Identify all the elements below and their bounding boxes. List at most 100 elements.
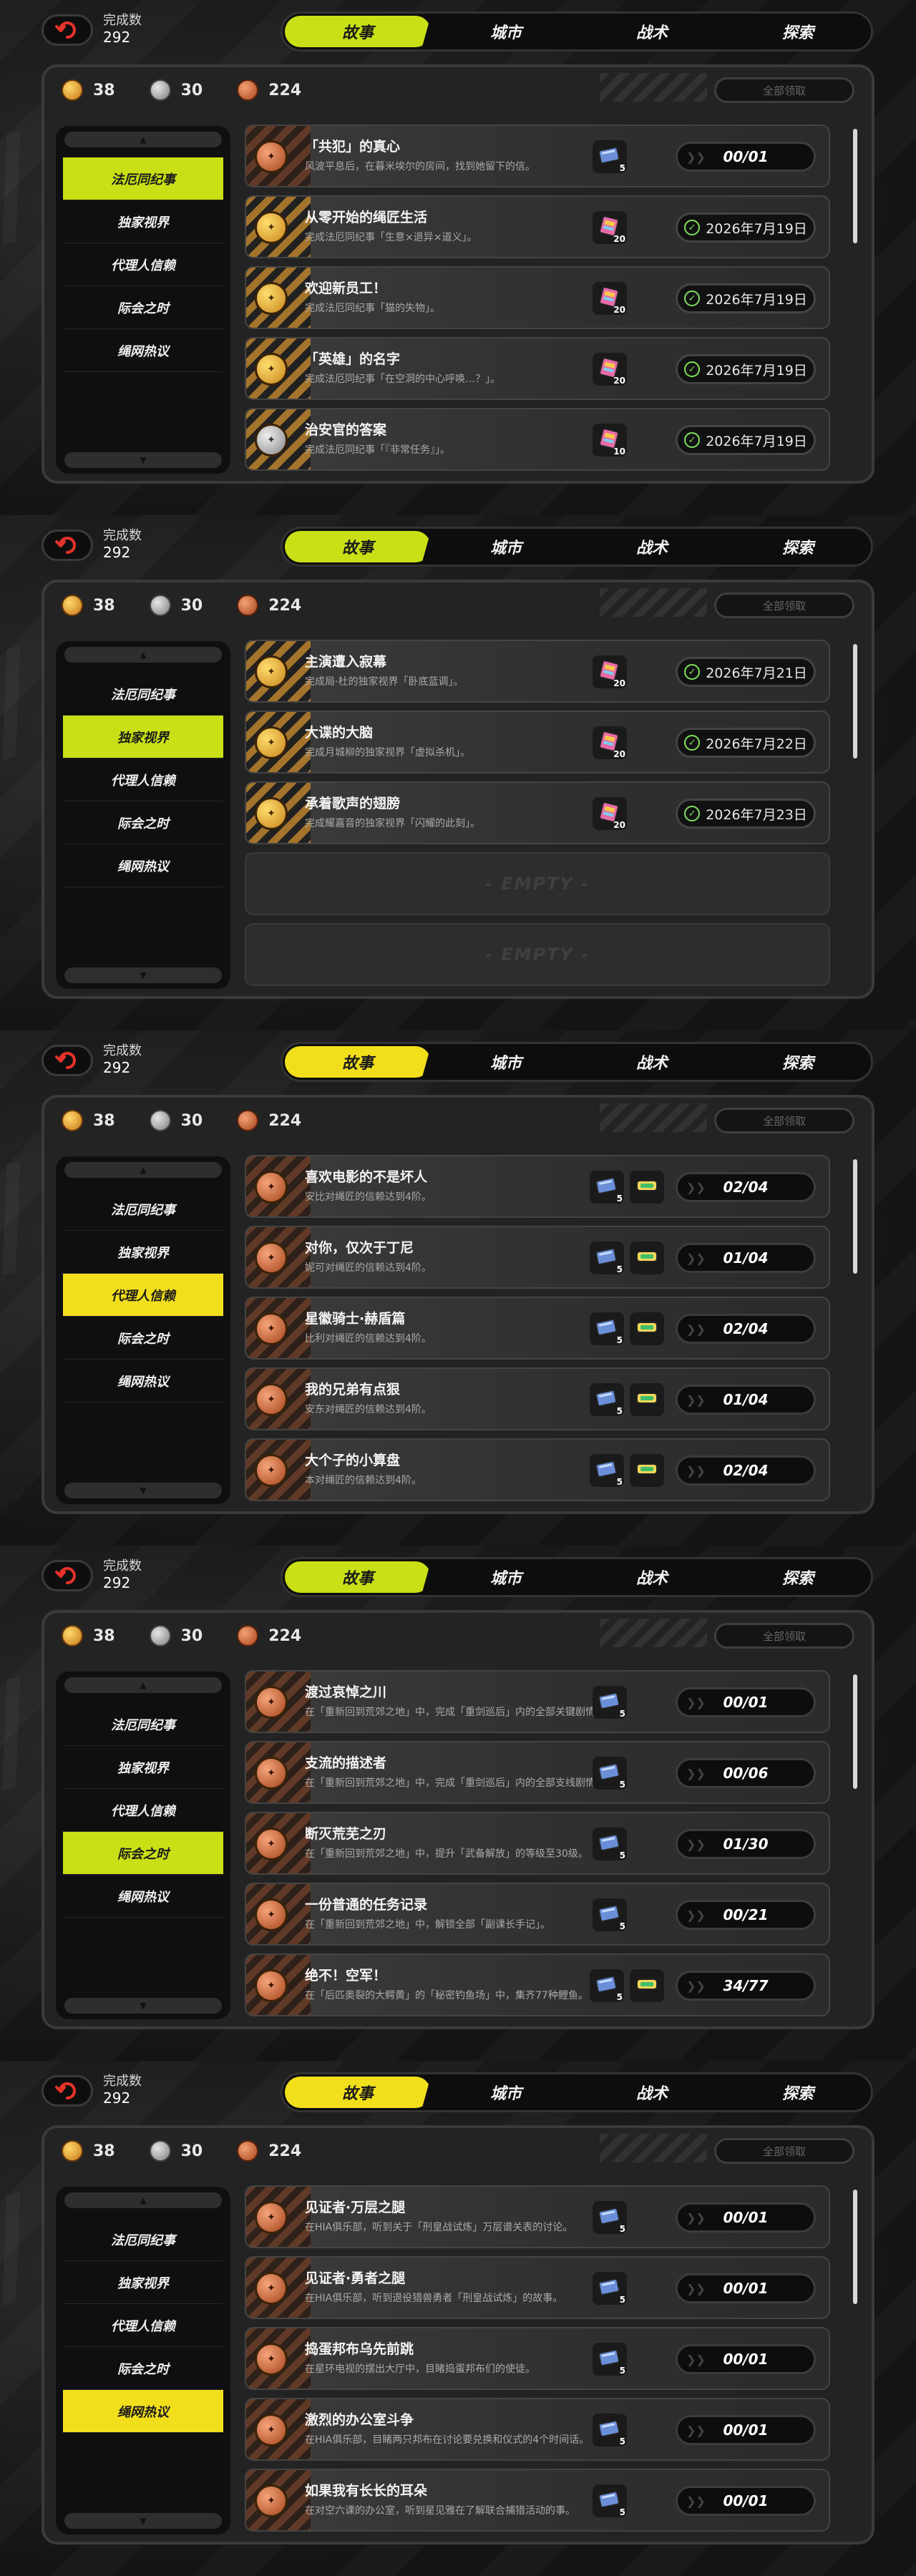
tab-explore[interactable]: 探索	[725, 529, 871, 565]
achievement-row[interactable]: ✦ 欢迎新员工！ 完成法厄同纪事「猫的失物」。 20 ✓ 2026年7月19日	[245, 266, 830, 329]
sidebar-scroll-down-icon[interactable]: ▼	[64, 967, 222, 983]
reward-item-secondary[interactable]	[630, 1312, 664, 1345]
achievement-row[interactable]: ✦ 见证者·勇者之腿 在HIA俱乐部，听到退役猎兽勇者「刑皇战试炼」的故事。 5 ❯❯ 0…	[245, 2256, 830, 2319]
sidebar-scroll-down-icon[interactable]: ▼	[64, 2513, 222, 2529]
reward-item[interactable]: 5	[593, 1898, 627, 1931]
sidebar-item-encounter[interactable]: 际会之时	[63, 286, 223, 329]
progress-pill[interactable]: ❯❯ 00/01	[676, 142, 816, 172]
achievement-row[interactable]: ✦ 大个子的小算盘 本对绳匠的信赖达到4阶。 5 ❯❯ 02/04	[245, 1438, 830, 1501]
progress-pill[interactable]: ❯❯ 02/04	[676, 1455, 816, 1485]
tab-explore[interactable]: 探索	[725, 1559, 871, 1595]
tab-story[interactable]: 故事	[285, 1561, 431, 1593]
sidebar-item-inknet-buzz[interactable]: 绳网热议	[63, 1360, 223, 1402]
sidebar-scroll-down-icon[interactable]: ▼	[64, 1998, 222, 2014]
reward-item[interactable]: 5	[590, 1454, 624, 1487]
reward-item[interactable]: 5	[593, 2343, 627, 2376]
achievement-row[interactable]: ✦ 我的兄弟有点狠 安东对绳匠的信赖达到4阶。 5 ❯❯ 01/04	[245, 1367, 830, 1430]
reward-item-secondary[interactable]	[630, 1171, 664, 1204]
reward-item[interactable]: 5	[593, 2484, 627, 2517]
reward-item-secondary[interactable]	[630, 1241, 664, 1274]
achievement-row[interactable]: ✦ 支流的描述者 在「重新回到荒郊之地」中，完成「重剑巡后」内的全部支线剧情。 5 ❯❯…	[245, 1741, 830, 1804]
reward-item-secondary[interactable]	[630, 1969, 664, 2002]
progress-pill[interactable]: ❯❯ 00/01	[676, 2273, 816, 2303]
reward-item[interactable]: 10	[593, 424, 627, 457]
tab-city[interactable]: 城市	[433, 1044, 579, 1080]
sidebar-item-phaethon-chronicle[interactable]: 法厄同纪事	[63, 2218, 223, 2261]
tab-story[interactable]: 故事	[285, 531, 431, 562]
scrollbar-thumb[interactable]	[853, 1674, 857, 1789]
achievement-row[interactable]: ✦ 对你，仅次于丁尼 妮可对绳匠的信赖达到4阶。 5 ❯❯ 01/04	[245, 1226, 830, 1289]
reward-item[interactable]: 20	[593, 797, 627, 830]
list-scrollbar[interactable]	[852, 641, 859, 989]
tab-tactics[interactable]: 战术	[579, 14, 725, 49]
reward-item[interactable]: 20	[593, 655, 627, 688]
sidebar-item-agent-trust[interactable]: 代理人信赖	[63, 758, 223, 801]
scrollbar-thumb[interactable]	[853, 644, 857, 758]
claim-all-button[interactable]: 全部领取	[714, 592, 854, 618]
sidebar-item-phaethon-chronicle[interactable]: 法厄同纪事	[63, 673, 223, 716]
sidebar-scroll-up-icon[interactable]: ▲	[64, 132, 222, 147]
tab-city[interactable]: 城市	[433, 14, 579, 49]
progress-pill[interactable]: ❯❯ 02/04	[676, 1314, 816, 1344]
tab-story[interactable]: 故事	[285, 16, 431, 47]
progress-pill[interactable]: ❯❯ 00/01	[676, 2202, 816, 2233]
tab-story[interactable]: 故事	[285, 1046, 431, 1078]
sidebar-item-phaethon-chronicle[interactable]: 法厄同纪事	[63, 1188, 223, 1231]
scrollbar-thumb[interactable]	[853, 129, 857, 243]
sidebar-item-agent-trust[interactable]: 代理人信赖	[63, 1789, 223, 1832]
sidebar-item-phaethon-chronicle[interactable]: 法厄同纪事	[63, 157, 223, 200]
sidebar-item-exclusive-view[interactable]: 独家视界	[63, 716, 223, 758]
sidebar-item-inknet-buzz[interactable]: 绳网热议	[63, 844, 223, 887]
back-button[interactable]	[42, 1045, 93, 1076]
sidebar-item-encounter[interactable]: 际会之时	[63, 1832, 223, 1875]
reward-item[interactable]: 20	[593, 282, 627, 315]
progress-pill[interactable]: ❯❯ 00/01	[676, 2415, 816, 2445]
sidebar-scroll-up-icon[interactable]: ▲	[64, 647, 222, 663]
achievement-row[interactable]: ✦ 星徽骑士·赫盾篇 比利对绳匠的信赖达到4阶。 5 ❯❯ 02/04	[245, 1297, 830, 1360]
reward-item[interactable]: 5	[593, 1686, 627, 1719]
scrollbar-thumb[interactable]	[853, 2190, 857, 2304]
sidebar-item-encounter[interactable]: 际会之时	[63, 801, 223, 844]
sidebar-item-exclusive-view[interactable]: 独家视界	[63, 2261, 223, 2304]
list-scrollbar[interactable]	[852, 1672, 859, 2019]
claim-all-button[interactable]: 全部领取	[714, 77, 854, 103]
tab-city[interactable]: 城市	[433, 2074, 579, 2110]
achievement-row[interactable]: ✦ 「共犯」的真心 风波平息后，在暮米埃尔的房间，找到她留下的信。 5 ❯❯ 00/01	[245, 125, 830, 187]
sidebar-item-exclusive-view[interactable]: 独家视界	[63, 1231, 223, 1274]
reward-item[interactable]: 20	[593, 353, 627, 386]
reward-item[interactable]: 5	[593, 140, 627, 173]
sidebar-item-agent-trust[interactable]: 代理人信赖	[63, 243, 223, 286]
tab-explore[interactable]: 探索	[725, 14, 871, 49]
sidebar-item-encounter[interactable]: 际会之时	[63, 1317, 223, 1360]
scrollbar-thumb[interactable]	[853, 1159, 857, 1274]
sidebar-scroll-down-icon[interactable]: ▼	[64, 1483, 222, 1498]
reward-item[interactable]: 5	[593, 2272, 627, 2305]
reward-item[interactable]: 5	[590, 1171, 624, 1204]
reward-item[interactable]: 5	[590, 1383, 624, 1416]
reward-item[interactable]: 20	[593, 726, 627, 759]
reward-item[interactable]: 5	[593, 2414, 627, 2446]
tab-city[interactable]: 城市	[433, 529, 579, 565]
list-scrollbar[interactable]	[852, 1156, 859, 1504]
reward-item[interactable]: 20	[593, 211, 627, 244]
tab-city[interactable]: 城市	[433, 1559, 579, 1595]
tab-explore[interactable]: 探索	[725, 1044, 871, 1080]
reward-item-secondary[interactable]	[630, 1383, 664, 1416]
achievement-row[interactable]: ✦ 从零开始的绳匠生活 完成法厄同纪事「生意×退异×道义」。 20 ✓ 2026年7月19…	[245, 195, 830, 258]
back-button[interactable]	[42, 2075, 93, 2107]
sidebar-item-exclusive-view[interactable]: 独家视界	[63, 1746, 223, 1789]
sidebar-item-phaethon-chronicle[interactable]: 法厄同纪事	[63, 1703, 223, 1746]
sidebar-item-exclusive-view[interactable]: 独家视界	[63, 200, 223, 243]
sidebar-item-inknet-buzz[interactable]: 绳网热议	[63, 329, 223, 372]
tab-tactics[interactable]: 战术	[579, 529, 725, 565]
back-button[interactable]	[42, 14, 93, 46]
achievement-row[interactable]: ✦ 主演遭入寂幕 完成局·杜的独家视界「卧底蓝调」。 20 ✓ 2026年7月21日	[245, 640, 830, 703]
reward-item[interactable]: 5	[593, 2201, 627, 2234]
achievement-row[interactable]: ✦ 喜欢电影的不是坏人 安比对绳匠的信赖达到4阶。 5 ❯❯ 02/04	[245, 1155, 830, 1218]
reward-item[interactable]: 5	[593, 1828, 627, 1860]
achievement-row[interactable]: ✦ 大谍的大脑 完成月城柳的独家视界「虚拟杀机」。 20 ✓ 2026年7月22日	[245, 711, 830, 774]
tab-explore[interactable]: 探索	[725, 2074, 871, 2110]
list-scrollbar[interactable]	[852, 2187, 859, 2534]
achievement-row[interactable]: ✦ 「英雄」的名字 完成法厄同纪事「在空洞的中心呼唤…？」。 20 ✓ 2026年7月19…	[245, 337, 830, 400]
back-button[interactable]	[42, 1560, 93, 1591]
